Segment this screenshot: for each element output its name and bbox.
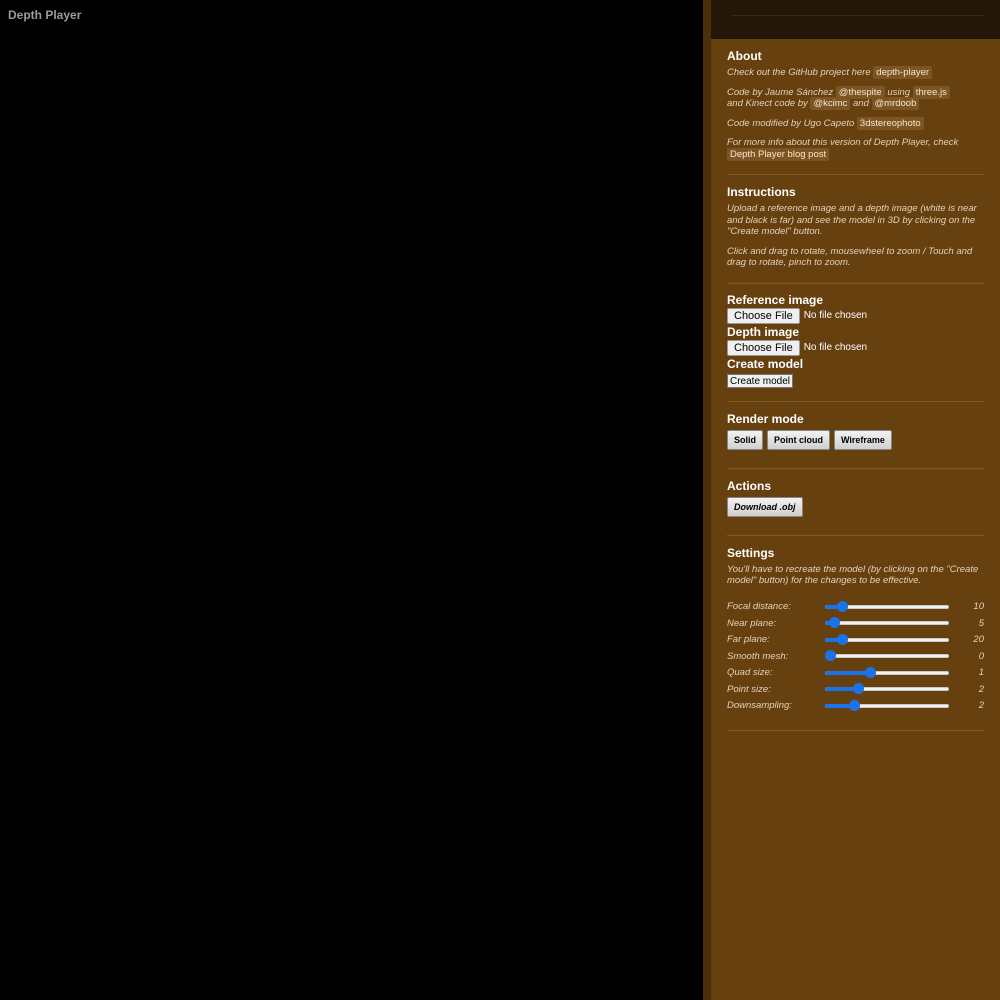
inputs-section: Reference image Choose File No file chos… xyxy=(727,284,984,402)
setting-row-downsampling: Downsampling: 2 xyxy=(727,698,984,715)
instructions-text-1: Upload a reference image and a depth ima… xyxy=(727,203,977,237)
setting-row-near-plane: Near plane: 5 xyxy=(727,615,984,632)
about-modified-line: Code modified by Ugo Capeto 3dstereophot… xyxy=(727,116,984,130)
setting-label-focal-distance: Focal distance: xyxy=(727,601,791,613)
near-plane-slider[interactable] xyxy=(825,616,949,630)
depth-file-row: Choose File No file chosen xyxy=(727,339,984,356)
setting-row-smooth-mesh: Smooth mesh: 0 xyxy=(727,648,984,665)
app-title: Depth Player xyxy=(8,8,82,22)
near-plane-slider-track xyxy=(825,621,949,626)
render-mode-heading: Render mode xyxy=(727,411,804,426)
blog-post-link[interactable]: Depth Player blog post xyxy=(727,147,830,161)
panel-header xyxy=(711,0,1000,39)
mrdoob-link[interactable]: @mrdoob xyxy=(871,97,920,110)
about-github-line: Check out the GitHub project here depth-… xyxy=(727,66,984,79)
instructions-heading: Instructions xyxy=(727,185,796,199)
setting-value-downsampling: 2 xyxy=(978,700,984,712)
setting-row-far-plane: Far plane: 20 xyxy=(727,632,984,649)
wireframe-button[interactable]: Wireframe xyxy=(834,429,892,450)
quad-size-slider-fill xyxy=(825,670,870,675)
setting-label-far-plane: Far plane: xyxy=(727,634,770,646)
render-mode-section: Render mode Solid Point cloud Wireframe xyxy=(727,402,984,469)
downsampling-slider[interactable] xyxy=(825,699,949,713)
depth-image-label: Depth image xyxy=(727,324,800,339)
point-size-slider-thumb[interactable] xyxy=(853,683,865,695)
setting-label-near-plane: Near plane: xyxy=(727,617,777,629)
setting-value-near-plane: 5 xyxy=(978,617,984,629)
quad-size-slider-thumb[interactable] xyxy=(864,666,876,678)
3dstereophoto-link[interactable]: 3dstereophoto xyxy=(856,116,924,130)
settings-heading: Settings xyxy=(727,545,775,560)
far-plane-slider-thumb[interactable] xyxy=(837,633,849,645)
download-obj-button[interactable]: Download .obj xyxy=(727,496,803,517)
depth-file-status: No file chosen xyxy=(803,342,868,353)
setting-label-smooth-mesh: Smooth mesh: xyxy=(727,650,789,662)
about-section: About Check out the GitHub project here … xyxy=(727,39,984,175)
instructions-text-2: Click and drag to rotate, mousewheel to … xyxy=(727,245,973,269)
point-cloud-button[interactable]: Point cloud xyxy=(767,429,830,450)
setting-value-smooth-mesh: 0 xyxy=(978,650,984,662)
solid-button[interactable]: Solid xyxy=(727,429,763,450)
instructions-section: Instructions Upload a reference image an… xyxy=(727,175,984,284)
setting-row-point-size: Point size: 2 xyxy=(727,681,984,698)
reference-file-status: No file chosen xyxy=(803,310,868,321)
near-plane-slider-thumb[interactable] xyxy=(828,617,840,629)
depth-choose-file-button[interactable]: Choose File xyxy=(727,339,800,356)
about-blog-line: For more info about this version of Dept… xyxy=(727,137,959,161)
setting-label-quad-size: Quad size: xyxy=(727,667,773,679)
about-heading: About xyxy=(727,49,762,63)
downsampling-slider-thumb[interactable] xyxy=(848,699,860,711)
actions-heading: Actions xyxy=(727,478,772,493)
smooth-mesh-slider-thumb[interactable] xyxy=(824,650,836,662)
kcimc-link[interactable]: @kcimc xyxy=(810,97,851,110)
setting-label-downsampling: Downsampling: xyxy=(727,700,792,712)
setting-value-far-plane: 20 xyxy=(973,634,984,646)
control-panel: About Check out the GitHub project here … xyxy=(703,0,1000,1000)
settings-list: Focal distance: 10 Near plane: 5 Far plane: 2… xyxy=(727,599,984,715)
reference-file-row: Choose File No file chosen xyxy=(727,307,984,324)
focal-distance-slider-thumb[interactable] xyxy=(837,600,849,612)
point-size-slider[interactable] xyxy=(825,682,949,696)
render-mode-buttons: Solid Point cloud Wireframe xyxy=(727,429,984,450)
settings-note: You'll have to recreate the model (by cl… xyxy=(727,563,979,587)
setting-value-point-size: 2 xyxy=(978,683,984,695)
setting-value-focal-distance: 10 xyxy=(973,601,984,613)
smooth-mesh-slider[interactable] xyxy=(824,649,949,663)
about-credits-line: Code by Jaume Sánchez @thespite using th… xyxy=(727,85,984,110)
focal-distance-slider[interactable] xyxy=(825,600,949,614)
setting-label-point-size: Point size: xyxy=(727,683,771,695)
quad-size-slider[interactable] xyxy=(825,666,949,680)
create-model-button[interactable]: Create model xyxy=(727,374,794,388)
actions-section: Actions Download .obj xyxy=(727,469,984,536)
header-divider xyxy=(731,15,984,16)
github-link[interactable]: depth-player xyxy=(873,66,933,79)
smooth-mesh-slider-track xyxy=(825,654,949,659)
setting-row-focal-distance: Focal distance: 10 xyxy=(727,599,984,616)
settings-section: Settings You'll have to recreate the mod… xyxy=(727,536,984,731)
setting-row-quad-size: Quad size: 1 xyxy=(727,665,984,682)
create-model-label: Create model xyxy=(727,356,804,371)
reference-image-label: Reference image xyxy=(727,292,824,307)
reference-choose-file-button[interactable]: Choose File xyxy=(727,307,800,324)
setting-value-quad-size: 1 xyxy=(978,667,984,679)
far-plane-slider[interactable] xyxy=(825,633,949,647)
